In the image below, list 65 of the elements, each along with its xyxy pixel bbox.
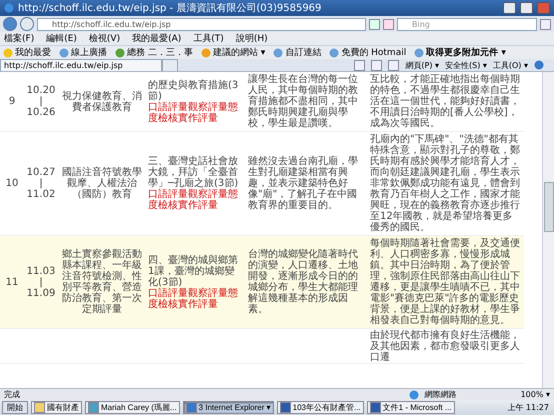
favorites-link[interactable]: 免費的 Hotmail — [329, 46, 406, 59]
new-tab-button[interactable] — [162, 59, 178, 71]
date-text: 10.27 — [26, 167, 56, 178]
favorites-link[interactable]: 自訂連結 — [273, 46, 322, 59]
assessment-text: 口語評量觀察評量態度檢核實作評量 — [148, 102, 239, 124]
menu-item[interactable]: 我的最愛(A) — [132, 32, 182, 45]
menu-item[interactable]: 說明(H) — [236, 32, 268, 45]
menu-item[interactable]: 檔案(F) — [4, 32, 34, 45]
reflection-text: 每個時期隨著社會需要，及交通便利、人口稠密多寡，慢慢形成城鎮。其中日治時期，為了便於管理，強制原住民部落由高山往山下遷移，更是讓學生嘖嘖不已，其中電影"賽德克巴萊"許多的電影歷史背景，便是上課的好教材，學生爭相發表自己對每個時期的意見。 — [370, 238, 521, 326]
unit-text: 的歷史與教育措施(3節) — [148, 80, 240, 102]
command-menu[interactable]: 安全性(S) ▾ — [445, 60, 487, 70]
unit-text: 三、臺灣史話社會放大鏡，拜訪「全臺首學」─孔廟之旅(3節) — [148, 156, 240, 189]
favorites-link[interactable]: 總務 二．三．事 — [115, 46, 193, 59]
observation-text: 讓學生長在台灣的每一位人民，其中每個時期的教育措施都不盡相同，其中鄭氏時期興建孔廟與學校，學生最是讚嘆。 — [248, 74, 359, 129]
scroll-thumb[interactable] — [544, 182, 554, 232]
window-title: http://schoff.ilc.edu.tw/eip.jsp - 晨濤資訊有限公司(03)9585969 — [18, 2, 322, 15]
favorites-link[interactable]: 建議的網站 ▾ — [200, 46, 266, 59]
date-text: 10.26 — [26, 107, 56, 118]
zoom-control[interactable]: 100% ▾ — [520, 390, 550, 399]
date-text: | — [39, 178, 43, 189]
reflection-text: 互比較，才能正確地指出每個時期的特色，不過學生都很慶幸自己生活在這一個世代，能夠好好讀書，不用讀日治時期的[番人公學校]，成為次等國民。 — [370, 74, 521, 129]
date-text: 11.09 — [26, 288, 56, 298]
status-text: 完成 — [4, 389, 21, 400]
topic-text: 國語注音符號教學觀摩、人權法治（國防）教育 — [61, 167, 143, 200]
menu-item[interactable]: 檢視(V) — [88, 32, 120, 45]
zone-text: 網際網路 — [424, 389, 458, 400]
favorites-link[interactable]: 取得更多附加元件 ▾ — [414, 46, 506, 59]
date-text: 11.02 — [26, 189, 56, 200]
favorites-link[interactable]: 我的最愛 — [3, 46, 51, 59]
taskbar-button[interactable]: 3 Internet Explorer ▾ — [182, 401, 274, 414]
week-number: 11 — [6, 276, 18, 288]
week-number: 10 — [6, 178, 18, 189]
taskbar-button[interactable]: Mariah Carey (瑪麗... — [85, 401, 180, 414]
reflection-text: 由於現代都市擁有良好生活機能，及其他因素，都市愈發吸引更多人口遷 — [370, 330, 521, 363]
date-text: | — [39, 276, 43, 288]
unit-text: 四、臺灣的城與鄉第1課，臺灣的城鄉變化(3節) — [148, 254, 239, 288]
reflection-text: 孔廟內的"下馬碑"、"洗德"都有其特殊含意，顯示對孔子的尊敬，鄭氏時期有感於興學才能培育人才，而向朝廷建議興建孔廟，學生表示非常欽佩鄭成功能有遠見，體會到教育乃百年樹人之工作，國家才能興旺，現在的義務教育亦逐步推行至12年國教，就是希望培養更多優秀的國民。 — [370, 134, 521, 233]
date-text: 10.20 — [26, 85, 56, 96]
taskbar-button[interactable]: 文件1 - Microsoft ... — [366, 401, 455, 414]
topic-text: 視力保健教育、消費者保護教育 — [61, 90, 143, 112]
maximize-button[interactable] — [520, 2, 533, 14]
command-menu[interactable]: 網頁(P) ▾ — [405, 60, 439, 70]
scrollbar[interactable] — [542, 72, 554, 388]
assessment-text: 口語評量觀察評量態度檢核實作評量 — [148, 189, 239, 211]
week-number: 9 — [8, 96, 16, 107]
taskbar-button[interactable]: 國有財產 — [31, 401, 82, 414]
close-button[interactable] — [537, 2, 550, 14]
clock-text: 上午 11:27 — [507, 402, 550, 413]
assessment-text: 口語評量觀察評量態度檢核實作評量 — [148, 288, 239, 310]
start-button[interactable]: 開始 — [2, 401, 28, 414]
date-text: | — [39, 96, 43, 107]
forward-button[interactable] — [20, 17, 34, 31]
browser-tab[interactable]: http://schoff.ilc.edu.tw/eip.jsp — [0, 59, 162, 71]
topic-text: 鄉土實察參觀活動縣本課程、一年級注音符號檢測、性別平等教育、營造防治教育、第一次定期評量 — [61, 249, 143, 315]
favorites-link[interactable]: 線上廣播 — [59, 46, 107, 59]
command-menu[interactable]: 工具(O) ▾ — [492, 60, 528, 70]
minimize-button[interactable] — [503, 2, 516, 14]
menu-item[interactable]: 編輯(E) — [46, 32, 77, 45]
back-button[interactable] — [3, 17, 17, 31]
taskbar-button[interactable]: 103年公有財產管... — [276, 401, 364, 414]
menu-item[interactable]: 工具(T) — [193, 32, 224, 45]
date-text: 11.03 — [26, 266, 56, 276]
address-field[interactable]: http://schoff.ilc.edu.tw/eip.jsp — [37, 18, 366, 30]
observation-text: 雖然沒去過台南孔廟，學生對孔廟建築相當有興趣，並表示建築特色好像"廟"，了解孔子在中國教育界的重要目的。 — [248, 156, 359, 211]
observation-text: 台灣的城鄉變化隨著時代的演變，人口遷移、土地開發，逐漸形成今日的的城鄉分布，學生大都能理解這幾種基本的形成因素。 — [248, 249, 359, 315]
